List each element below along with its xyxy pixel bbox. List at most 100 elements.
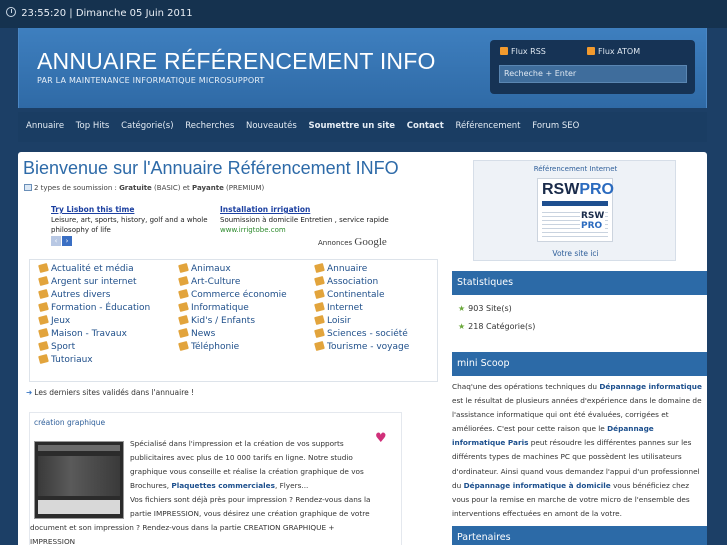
top-bar: 23:55:20 | Dimanche 05 Juin 2011: [0, 0, 727, 28]
category-link[interactable]: Jeux: [38, 314, 70, 326]
folder-icon: [38, 340, 49, 352]
page-title: Bienvenue sur l'Annuaire Référencement I…: [23, 158, 399, 178]
folder-icon: [314, 262, 325, 274]
scoop-text: Chaq'une des opérations techniques du Dé…: [452, 382, 702, 518]
partners-heading: Partenaires: [452, 526, 707, 545]
atom-feed-link[interactable]: Flux ATOM: [587, 47, 640, 56]
stats-heading: Statistiques: [452, 271, 707, 295]
nav-recherches[interactable]: Recherches: [185, 121, 234, 131]
folder-icon: [38, 262, 49, 274]
site-card-description: Spécialisé dans l'impression et la créat…: [30, 439, 371, 545]
category-link[interactable]: Maison - Travaux: [38, 327, 127, 339]
folder-icon: [314, 301, 325, 313]
folder-icon: [38, 353, 49, 365]
folder-icon: [178, 275, 189, 287]
scoop-heading: mini Scoop: [452, 352, 707, 376]
folder-icon: [38, 314, 49, 326]
nav-forum-seo[interactable]: Forum SEO: [532, 121, 579, 131]
folder-icon: [314, 340, 325, 352]
site-card: création graphique ♥ Spécialisé dans l'i…: [29, 412, 402, 545]
category-link[interactable]: Argent sur internet: [38, 275, 137, 287]
rss-icon: [500, 47, 508, 55]
folder-icon: [38, 327, 49, 339]
scoop-link[interactable]: Dépannage informatique à domicile: [464, 481, 611, 490]
nav-soumettre[interactable]: Soumettre un site: [309, 121, 396, 131]
ad-title-link[interactable]: Try Lisbon this time: [51, 205, 211, 215]
folder-icon: [178, 301, 189, 313]
folder-icon: [178, 288, 189, 300]
folder-icon: [314, 288, 325, 300]
ad-text: Soumission à domicile Entretien , servic…: [220, 216, 389, 224]
category-link[interactable]: Loisir: [314, 314, 351, 326]
promo-box: Référencement Internet RSWPRO RSW PRO Vot…: [473, 160, 676, 261]
nav-top-hits[interactable]: Top Hits: [76, 121, 110, 131]
category-link[interactable]: Informatique: [178, 301, 249, 313]
folder-icon: [38, 288, 49, 300]
category-grid: Actualité et média Animaux Annuaire Argent …: [29, 259, 438, 382]
rsw-pro-logo[interactable]: RSWPRO RSW PRO: [537, 178, 614, 242]
category-link[interactable]: Kid's / Enfants: [178, 314, 255, 326]
site-tagline: PAR LA MAINTENANCE INFORMATIQUE MICROSUP…: [37, 76, 265, 85]
promo-link[interactable]: Votre site ici: [474, 249, 677, 258]
submission-types: 2 types de soumission : Gratuite (BASIC)…: [24, 184, 264, 192]
stat-sites: ★ 903 Site(s): [458, 304, 512, 313]
nav-categories[interactable]: Catégorie(s): [121, 121, 173, 131]
category-link[interactable]: Annuaire: [314, 262, 367, 274]
ad-text: Leisure, art, sports, history, golf and …: [51, 216, 208, 234]
folder-icon: [178, 262, 189, 274]
scoop-link[interactable]: Dépannage informatique: [599, 382, 702, 391]
search-input[interactable]: Recheche + Enter: [499, 65, 687, 83]
category-link[interactable]: Art-Culture: [178, 275, 240, 287]
ad-block: Installation irrigation Soumission à dom…: [220, 205, 400, 235]
nav-referencement[interactable]: Référencement: [455, 121, 520, 131]
promo-title: Référencement Internet: [533, 165, 618, 173]
ads-by-google[interactable]: Annonces Google: [318, 236, 387, 248]
nav-annuaire[interactable]: Annuaire: [26, 121, 64, 131]
category-link[interactable]: Internet: [314, 301, 363, 313]
category-link[interactable]: Continentale: [314, 288, 385, 300]
plaquettes-link[interactable]: Plaquettes commerciales: [171, 481, 275, 490]
chevron-right-icon[interactable]: ›: [62, 236, 72, 246]
category-link[interactable]: Animaux: [178, 262, 231, 274]
rss-feed-link[interactable]: Flux RSS: [500, 47, 546, 56]
category-link[interactable]: Actualité et média: [38, 262, 134, 274]
site-card-title[interactable]: création graphique: [34, 418, 105, 427]
folder-icon: [314, 314, 325, 326]
ad-block: Try Lisbon this time Leisure, art, sport…: [51, 205, 211, 235]
stat-categories: ★ 218 Catégorie(s): [458, 322, 536, 331]
category-link[interactable]: Autres divers: [38, 288, 110, 300]
category-link[interactable]: Commerce économie: [178, 288, 287, 300]
rss-icon: [587, 47, 595, 55]
folder-icon: [38, 275, 49, 287]
nav-nouveautes[interactable]: Nouveautés: [246, 121, 297, 131]
main-content: Bienvenue sur l'Annuaire Référencement I…: [18, 152, 707, 545]
category-link[interactable]: Association: [314, 275, 378, 287]
folder-icon: [178, 340, 189, 352]
ad-url[interactable]: www.irrigtobe.com: [220, 225, 400, 235]
category-link[interactable]: Sport: [38, 340, 75, 352]
clock-icon: [6, 7, 16, 17]
site-header: ANNUAIRE RÉFÉRENCEMENT INFO PAR LA MAINT…: [18, 28, 707, 108]
category-link[interactable]: Sciences - société: [314, 327, 408, 339]
site-title[interactable]: ANNUAIRE RÉFÉRENCEMENT INFO: [37, 48, 436, 75]
folder-icon: [178, 327, 189, 339]
main-nav: Annuaire Top Hits Catégorie(s) Recherche…: [18, 112, 707, 142]
star-icon: ★: [458, 304, 466, 313]
calendar-icon: [24, 184, 32, 191]
category-link[interactable]: Tutoriaux: [38, 353, 93, 365]
star-icon: ★: [458, 322, 466, 331]
arrow-right-icon: ➜: [26, 388, 33, 397]
folder-icon: [314, 327, 325, 339]
ad-pager: ‹ ›: [51, 236, 73, 246]
feed-search-box: Flux RSS Flux ATOM Recheche + Enter: [490, 40, 695, 94]
ad-title-link[interactable]: Installation irrigation: [220, 205, 400, 215]
folder-icon: [38, 301, 49, 313]
latest-sites-label: ➜ Les derniers sites validés dans l'annua…: [26, 388, 195, 397]
category-link[interactable]: Téléphonie: [178, 340, 239, 352]
category-link[interactable]: Formation - Éducation: [38, 301, 150, 313]
folder-icon: [178, 314, 189, 326]
category-link[interactable]: News: [178, 327, 215, 339]
chevron-left-icon[interactable]: ‹: [51, 236, 61, 246]
nav-contact[interactable]: Contact: [407, 121, 444, 131]
category-link[interactable]: Tourisme - voyage: [314, 340, 409, 352]
